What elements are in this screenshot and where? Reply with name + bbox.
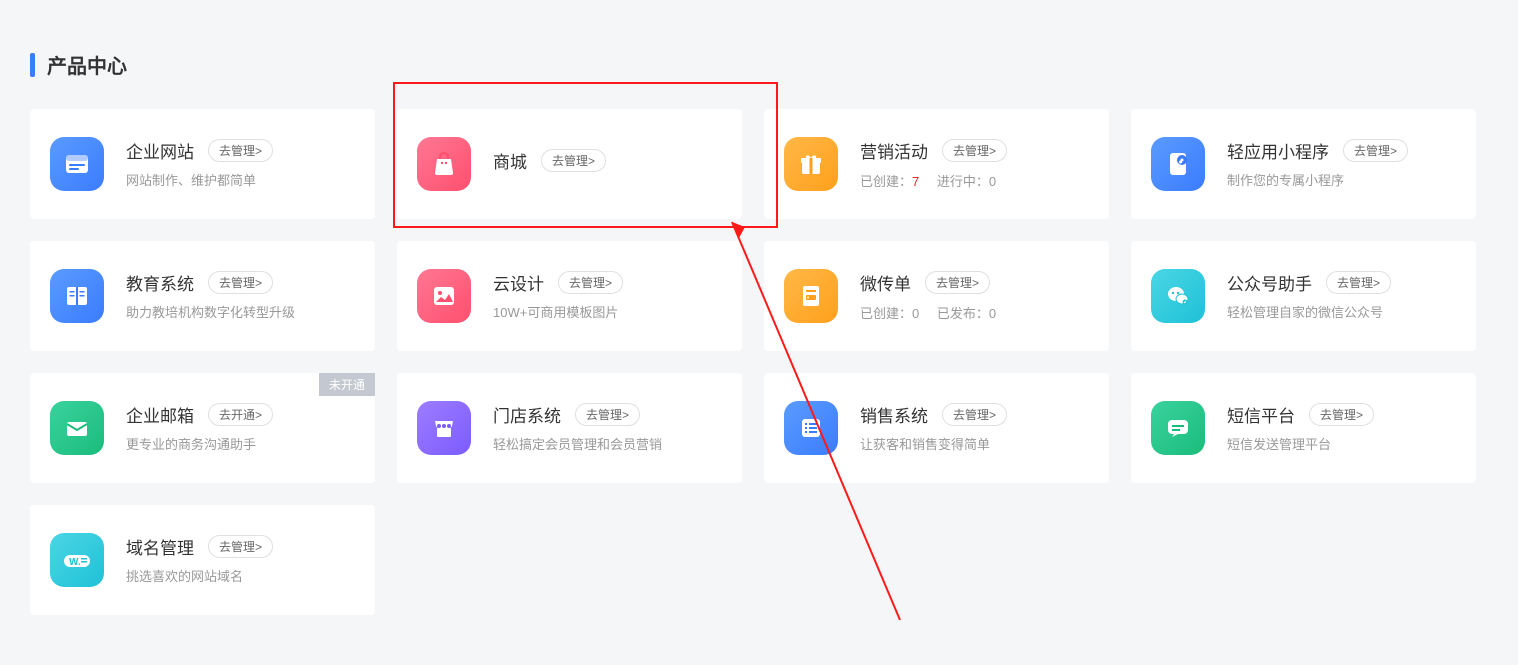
card-desc: 助力教培机构数字化转型升级 [126,303,355,323]
card-sms-platform[interactable]: 短信平台 去管理> 短信发送管理平台 [1131,373,1476,483]
card-miniapp[interactable]: 轻应用小程序 去管理> 制作您的专属小程序 [1131,109,1476,219]
manage-button[interactable]: 去管理> [558,271,623,294]
card-title: 轻应用小程序 [1227,138,1329,163]
card-cloud-design[interactable]: 云设计 去管理> 10W+可商用模板图片 [397,241,742,351]
message-icon [1151,401,1205,455]
card-title: 企业网站 [126,138,194,163]
svg-text:W.: W. [69,557,81,568]
card-enterprise-site[interactable]: 企业网站 去管理> 网站制作、维护都简单 [30,109,375,219]
card-desc: 让获客和销售变得简单 [860,435,1089,455]
domain-icon: W. [50,533,104,587]
store-icon [417,401,471,455]
manage-button[interactable]: 去管理> [541,149,606,172]
list-icon [784,401,838,455]
manage-button[interactable]: 去管理> [575,403,640,426]
manage-button[interactable]: 去管理> [1343,139,1408,162]
card-title: 销售系统 [860,402,928,427]
card-stats: 已创建：7 进行中：0 [860,171,1089,190]
wechat-icon [1151,269,1205,323]
manage-button[interactable]: 去管理> [942,139,1007,162]
manage-button[interactable]: 去管理> [208,139,273,162]
manage-button[interactable]: 去管理> [942,403,1007,426]
manage-button[interactable]: 去管理> [1309,403,1374,426]
shopping-bag-icon [417,137,471,191]
open-button[interactable]: 去开通> [208,403,273,426]
manage-button[interactable]: 去管理> [208,271,273,294]
card-marketing[interactable]: 营销活动 去管理> 已创建：7 进行中：0 [764,109,1109,219]
window-icon [50,137,104,191]
card-desc: 轻松搞定会员管理和会员营销 [493,435,722,455]
section-title: 产品中心 [47,50,127,79]
card-title: 云设计 [493,270,544,295]
unopened-tag: 未开通 [319,373,375,396]
card-title: 微传单 [860,270,911,295]
card-title: 营销活动 [860,138,928,163]
card-desc: 更专业的商务沟通助手 [126,435,355,455]
card-desc: 轻松管理自家的微信公众号 [1227,303,1456,323]
card-title: 教育系统 [126,270,194,295]
card-flyer[interactable]: 微传单 去管理> 已创建：0 已发布：0 [764,241,1109,351]
card-store-system[interactable]: 门店系统 去管理> 轻松搞定会员管理和会员营销 [397,373,742,483]
card-title: 公众号助手 [1227,270,1312,295]
card-mall[interactable]: 商城 去管理> [397,109,742,219]
image-icon [417,269,471,323]
manage-button[interactable]: 去管理> [1326,271,1391,294]
flyer-icon [784,269,838,323]
card-title: 短信平台 [1227,402,1295,427]
card-stats: 已创建：0 已发布：0 [860,303,1089,322]
card-desc: 制作您的专属小程序 [1227,171,1456,191]
mail-icon [50,401,104,455]
card-title: 商城 [493,148,527,173]
accent-bar [30,53,35,77]
gift-icon [784,137,838,191]
card-wechat-assistant[interactable]: 公众号助手 去管理> 轻松管理自家的微信公众号 [1131,241,1476,351]
card-education[interactable]: 教育系统 去管理> 助力教培机构数字化转型升级 [30,241,375,351]
card-sales-system[interactable]: 销售系统 去管理> 让获客和销售变得简单 [764,373,1109,483]
card-desc: 网站制作、维护都简单 [126,171,355,191]
card-enterprise-mail[interactable]: 未开通 企业邮箱 去开通> 更专业的商务沟通助手 [30,373,375,483]
card-title: 门店系统 [493,402,561,427]
miniapp-icon [1151,137,1205,191]
manage-button[interactable]: 去管理> [925,271,990,294]
card-desc: 挑选喜欢的网站域名 [126,567,355,587]
card-title: 域名管理 [126,534,194,559]
card-domain[interactable]: W. 域名管理 去管理> 挑选喜欢的网站域名 [30,505,375,615]
book-icon [50,269,104,323]
card-title: 企业邮箱 [126,402,194,427]
manage-button[interactable]: 去管理> [208,535,273,558]
card-desc: 10W+可商用模板图片 [493,303,722,323]
card-desc: 短信发送管理平台 [1227,435,1456,455]
